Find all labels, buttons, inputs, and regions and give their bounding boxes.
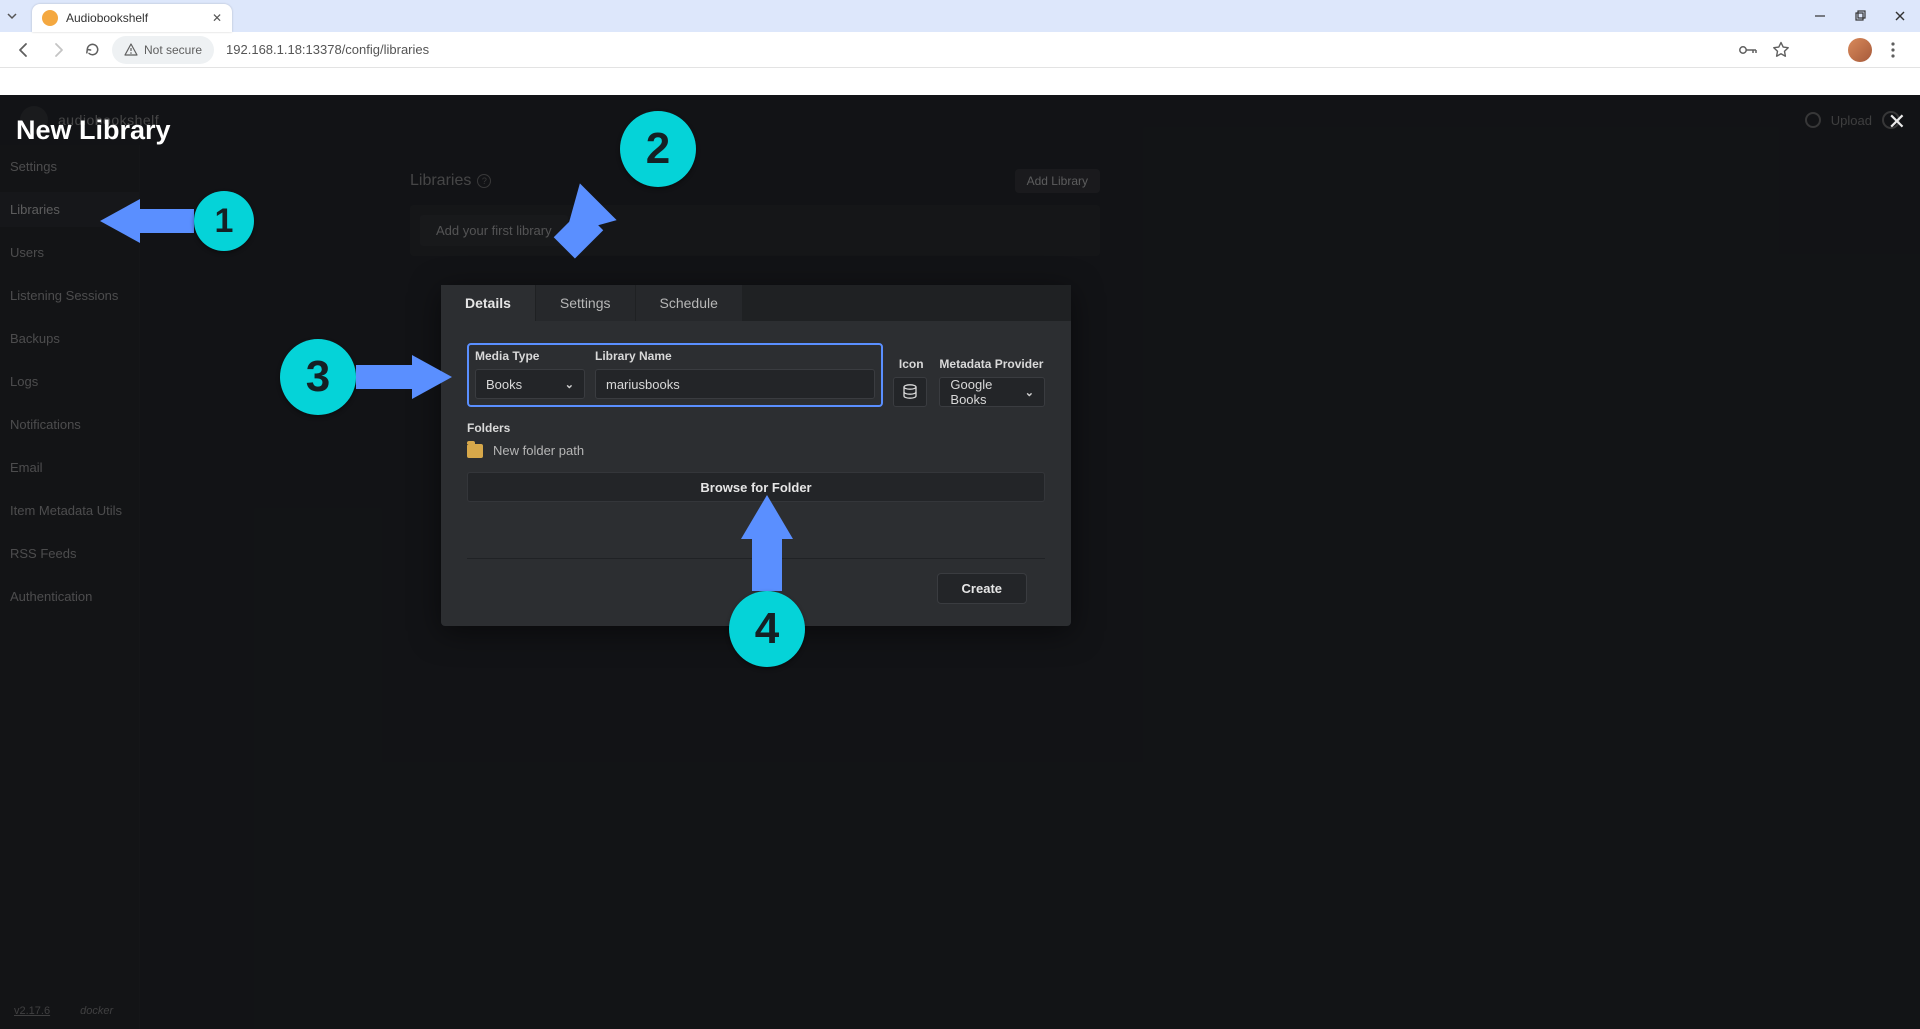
modal-title: New Library — [16, 115, 171, 146]
profile-avatar[interactable] — [1848, 38, 1872, 62]
forward-button[interactable] — [44, 36, 72, 64]
tab-details[interactable]: Details — [441, 285, 536, 321]
provider-label: Metadata Provider — [939, 357, 1045, 371]
folder-path-placeholder: New folder path — [493, 443, 584, 458]
app-root: audiobookshelf Upload Settings Libraries… — [0, 95, 1920, 1029]
icon-label: Icon — [893, 357, 929, 371]
warning-icon — [124, 43, 138, 57]
folder-path-row[interactable]: New folder path — [467, 443, 1045, 458]
window-restore-button[interactable] — [1840, 0, 1880, 32]
tab-list-dropdown[interactable] — [0, 0, 24, 32]
browser-tab[interactable]: Audiobookshelf ✕ — [32, 4, 232, 32]
media-type-label: Media Type — [475, 349, 585, 363]
window-minimize-button[interactable] — [1800, 0, 1840, 32]
tab-settings[interactable]: Settings — [536, 285, 636, 321]
browser-tab-strip: Audiobookshelf ✕ — [0, 0, 1920, 32]
chevron-down-icon: ⌄ — [1025, 386, 1034, 399]
media-type-value: Books — [486, 377, 522, 392]
reload-button[interactable] — [78, 36, 106, 64]
back-button[interactable] — [10, 36, 38, 64]
browser-toolbar: Not secure 192.168.1.18:13378/config/lib… — [0, 32, 1920, 68]
database-icon — [902, 384, 918, 400]
tab-schedule[interactable]: Schedule — [636, 285, 743, 321]
password-key-icon[interactable] — [1738, 43, 1758, 57]
browse-folder-button[interactable]: Browse for Folder — [467, 472, 1045, 502]
window-close-button[interactable] — [1880, 0, 1920, 32]
browser-menu-icon[interactable] — [1886, 42, 1900, 58]
highlighted-fields: Media Type Books ⌄ Library Name — [467, 343, 883, 407]
library-name-input-field[interactable] — [606, 377, 864, 392]
metadata-provider-select[interactable]: Google Books ⌄ — [939, 377, 1045, 407]
provider-value: Google Books — [950, 377, 1024, 407]
modal-close-button[interactable]: ✕ — [1888, 109, 1906, 135]
library-name-label: Library Name — [595, 349, 875, 363]
library-icon-select[interactable] — [893, 377, 927, 407]
favicon-icon — [42, 10, 58, 26]
chevron-down-icon: ⌄ — [565, 378, 574, 391]
create-button[interactable]: Create — [937, 573, 1027, 604]
security-chip[interactable]: Not secure — [112, 36, 214, 64]
bookmark-star-icon[interactable] — [1772, 41, 1790, 59]
security-label: Not secure — [144, 43, 202, 57]
folders-label: Folders — [467, 421, 1045, 435]
tab-title: Audiobookshelf — [66, 11, 204, 25]
window-controls — [1800, 0, 1920, 32]
new-library-panel: Details Settings Schedule Media Type Boo… — [441, 285, 1071, 626]
library-name-input[interactable] — [595, 369, 875, 399]
tab-close-icon[interactable]: ✕ — [212, 11, 222, 25]
folder-icon — [467, 444, 483, 458]
modal-tabs: Details Settings Schedule — [441, 285, 1071, 321]
media-type-select[interactable]: Books ⌄ — [475, 369, 585, 399]
address-bar[interactable]: 192.168.1.18:13378/config/libraries — [226, 42, 1732, 57]
